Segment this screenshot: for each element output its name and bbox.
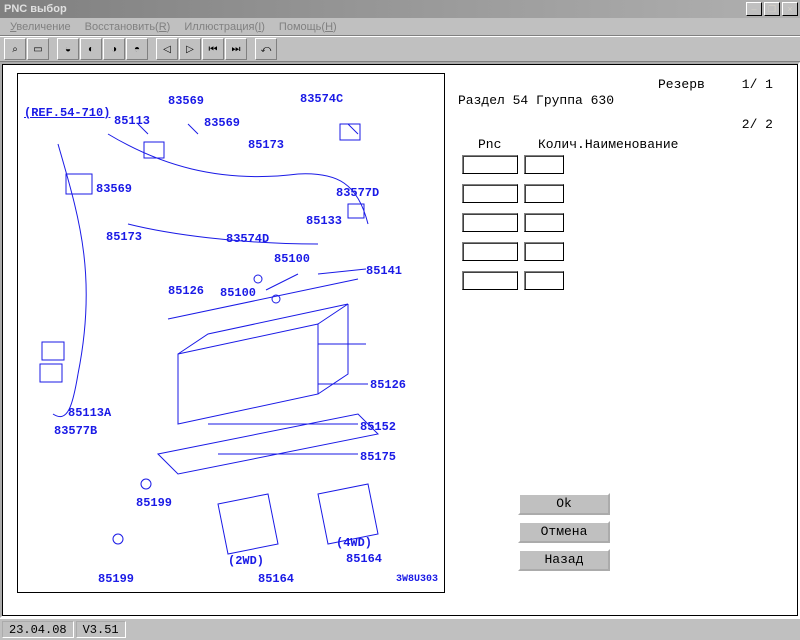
lbl-85100b: 85100 [220,286,256,300]
tb-rot3-icon[interactable]: ◑ [103,38,125,60]
toolbar: ⌕ ▭ ◒ ◐ ◑ ◓ ◁ ▷ ⏮ ⏭ ⤺ [0,36,800,62]
row-1 [462,184,564,203]
window-buttons: – ❐ × [746,2,798,16]
hdr-reserve: Резерв [658,77,705,92]
tb-prev-icon[interactable]: ◁ [156,38,178,60]
qty-input-1[interactable] [524,184,564,203]
qty-input-0[interactable] [524,155,564,174]
menu-restore[interactable]: Восстановить(R) [79,20,177,34]
side-panel: Резерв 1/ 1 Раздел 54 Группа 630 2/ 2 Pn… [458,69,793,611]
qty-input-4[interactable] [524,271,564,290]
diagram-svg [18,74,445,593]
lbl-85164b: 85164 [258,572,294,586]
pnc-input-3[interactable] [462,242,518,261]
lbl-85141: 85141 [366,264,402,278]
pnc-input-1[interactable] [462,184,518,203]
row-2 [462,213,564,232]
row-3 [462,242,564,261]
lbl-83569b: 83569 [204,116,240,130]
menubar: Увеличение Восстановить(R) Иллюстрация(I… [0,18,800,36]
tb-rot2-icon[interactable]: ◐ [80,38,102,60]
maximize-button[interactable]: ❐ [764,2,780,16]
lbl-83574d: 83574D [226,232,269,246]
lbl-ref: (REF.54-710) [24,106,110,120]
tb-rot1-icon[interactable]: ◒ [57,38,79,60]
lbl-83569a: 83569 [168,94,204,108]
tb-first-icon[interactable]: ⏮ [202,38,224,60]
lbl-85126a: 85126 [168,284,204,298]
menu-zoom[interactable]: Увеличение [4,20,77,34]
pnc-input-2[interactable] [462,213,518,232]
lbl-85126b: 85126 [370,378,406,392]
lbl-85175: 85175 [360,450,396,464]
col-qty: Колич.Наименование [538,137,678,152]
hdr-page2: 2/ 2 [742,117,773,132]
back-button[interactable]: Назад [518,549,610,571]
window-title: PNC выбор [2,3,67,15]
inner-window: (REF.54-710) 83569 85113 83569 83574C 85… [2,64,798,616]
qty-input-2[interactable] [524,213,564,232]
lbl-83569c: 83569 [96,182,132,196]
lbl-85152: 85152 [360,420,396,434]
statusbar: 23.04.08 V3.51 [0,618,800,640]
minimize-button[interactable]: – [746,2,762,16]
tb-fit-icon[interactable]: ▭ [27,38,49,60]
pnc-input-0[interactable] [462,155,518,174]
tb-next-icon[interactable]: ▷ [179,38,201,60]
diagram-panel: (REF.54-710) 83569 85113 83569 83574C 85… [17,73,445,593]
lbl-85164a: 85164 [346,552,382,566]
ok-button[interactable]: Ok [518,493,610,515]
status-version: V3.51 [76,621,126,638]
tb-last-icon[interactable]: ⏭ [225,38,247,60]
status-date: 23.04.08 [2,621,74,638]
menu-help[interactable]: Помощь(H) [273,20,343,34]
lbl-2wd: (2WD) [228,554,264,568]
tb-rot4-icon[interactable]: ◓ [126,38,148,60]
row-4 [462,271,564,290]
lbl-85113a: 85113A [68,406,111,420]
workarea: (REF.54-710) 83569 85113 83569 83574C 85… [0,62,800,618]
action-buttons: Ok Отмена Назад [518,493,610,571]
lbl-85199a: 85199 [136,496,172,510]
row-0 [462,155,564,174]
tb-undo-icon[interactable]: ⤺ [255,38,277,60]
lbl-85199b: 85199 [98,572,134,586]
lbl-83574c: 83574C [300,92,343,106]
lbl-85173b: 85173 [106,230,142,244]
lbl-85133: 85133 [306,214,342,228]
menu-illustration[interactable]: Иллюстрация(I) [178,20,271,34]
pnc-input-4[interactable] [462,271,518,290]
close-button[interactable]: × [782,2,798,16]
titlebar: PNC выбор – ❐ × [0,0,800,18]
hdr-section: Раздел 54 Группа 630 [458,93,614,108]
col-pnc: Pnc [478,137,501,152]
qty-input-3[interactable] [524,242,564,261]
input-rows [462,155,564,300]
lbl-85113: 85113 [114,114,150,128]
lbl-85173a: 85173 [248,138,284,152]
lbl-83577b: 83577B [54,424,97,438]
tb-zoom-icon[interactable]: ⌕ [4,38,26,60]
cancel-button[interactable]: Отмена [518,521,610,543]
hdr-page1: 1/ 1 [742,77,773,92]
lbl-code: 3W8U303 [396,574,438,585]
lbl-85100a: 85100 [274,252,310,266]
lbl-83577d: 83577D [336,186,379,200]
lbl-4wd: (4WD) [336,536,372,550]
